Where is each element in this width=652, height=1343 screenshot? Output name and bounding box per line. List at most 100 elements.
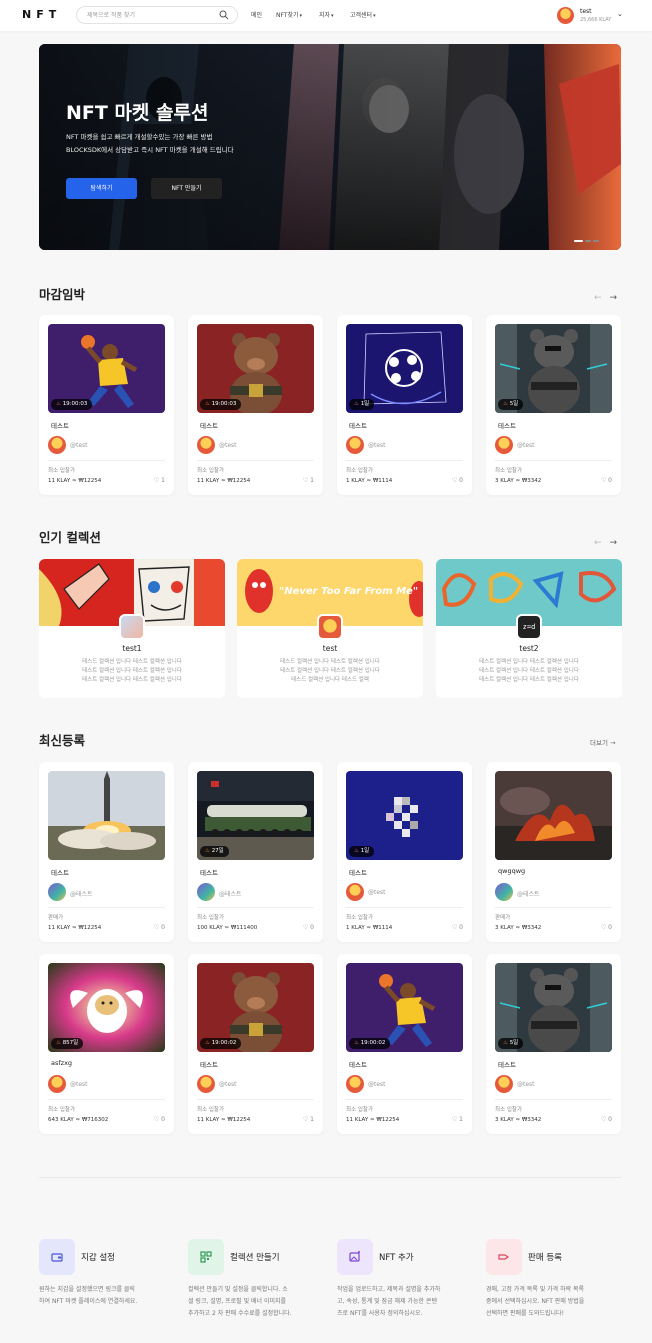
owner-avatar[interactable] [495, 883, 513, 901]
nft-owner[interactable]: @test [368, 889, 386, 896]
nft-thumbnail[interactable] [48, 771, 165, 860]
like-button[interactable]: ♡ 0 [303, 924, 314, 931]
owner-avatar[interactable] [48, 436, 66, 454]
arrow-left-icon[interactable]: ← [594, 293, 602, 303]
nft-thumbnail[interactable]: ♨ 1일 [346, 771, 463, 860]
nft-card[interactable]: ♨ 19:00:03 테스트 @test 최소 입찰가 11 KLAY ≈ ₩12254… [188, 315, 323, 495]
collection-description-line: 테스트 컬렉션 입니다 테스트 컬렉션 입니다 [479, 668, 579, 674]
owner-avatar[interactable] [495, 1075, 513, 1093]
like-button[interactable]: ♡ 0 [154, 924, 165, 931]
search-input[interactable]: 제목으로 작품 찾기 [76, 6, 238, 24]
owner-avatar[interactable] [346, 436, 364, 454]
feature-title: 컬렉션 만들기 [230, 1253, 280, 1263]
create-nft-button[interactable]: NFT 만들기 [151, 178, 222, 199]
nft-card[interactable]: ♨ 5일 테스트 @test 최소 입찰가 3 KLAY ≈ ₩3342 ♡ 0 [486, 954, 621, 1134]
nft-card[interactable]: ♨ 1일 테스트 @test 최소 입찰가 1 KLAY ≈ ₩1114 ♡ 0 [337, 315, 472, 495]
collection-description-line: 테스트 컬렉션 입니다 테스트 컬렉션 입니다 [82, 677, 182, 683]
nft-card[interactable]: qwgqwg @테스트 판매가 3 KLAY ≈ ₩3342 ♡ 0 [486, 762, 621, 942]
nav-main[interactable]: 메인 [251, 10, 262, 19]
chevron-down-icon: ▾ [373, 13, 376, 19]
collection-card[interactable]: test1 테스드 컬렉션 입니다 테스트 컬렉션 입니다 테스트 컬렉션 입니다… [39, 559, 225, 698]
nav-find-nft[interactable]: NFT찾기▾ [276, 10, 302, 19]
like-button[interactable]: ♡ 1 [452, 1116, 463, 1123]
price-label: 최소 입찰가 [346, 468, 374, 474]
owner-avatar[interactable] [197, 1075, 215, 1093]
carousel-dot[interactable] [593, 240, 599, 242]
nft-card[interactable]: ♨ 19:00:02 테스트 @test 최소 입찰가 11 KLAY ≈ ₩12254… [188, 954, 323, 1134]
nft-owner[interactable]: @test [517, 1081, 535, 1088]
like-button[interactable]: ♡ 1 [303, 477, 314, 484]
nft-thumbnail[interactable]: ♨ 857일 [48, 963, 165, 1052]
nft-card[interactable]: ♨ 5일 테스트 @test 최소 입찰가 3 KLAY ≈ ₩3342 ♡ 0 [486, 315, 621, 495]
nft-thumbnail[interactable] [495, 771, 612, 860]
owner-avatar[interactable] [48, 1075, 66, 1093]
collection-avatar [317, 614, 343, 640]
like-button[interactable]: ♡ 0 [601, 924, 612, 931]
search-icon[interactable] [219, 10, 229, 20]
time-badge: ♨ 19:00:03 [200, 399, 242, 410]
nft-owner[interactable]: @test [219, 1081, 237, 1088]
nft-card[interactable]: ♨ 857일 asfzxg @test 최소 입찰가 643 KLAY ≈ ₩71630… [39, 954, 174, 1134]
nft-thumbnail[interactable]: ♨ 5일 [495, 963, 612, 1052]
nft-owner[interactable]: @test [219, 442, 237, 449]
nft-card[interactable]: ♨ 19:00:03 테스트 @test 최소 입찰가 11 KLAY ≈ ₩12254… [39, 315, 174, 495]
price-value: 3 KLAY ≈ ₩3342 [495, 478, 542, 484]
nav-support[interactable]: 고객센터▾ [350, 10, 376, 19]
like-button[interactable]: ♡ 0 [154, 1116, 165, 1123]
collection-card[interactable]: z=d test2 테스트 컬렉션 입니다 테스트 컬렉션 입니다 테스트 컬렉션… [436, 559, 622, 698]
like-count: 1 [310, 477, 314, 484]
owner-avatar[interactable] [346, 883, 364, 901]
price-label: 판매가 [495, 915, 511, 921]
nft-owner[interactable]: @test [368, 1081, 386, 1088]
nft-card[interactable]: ♨ 27일 테스트 @테스트 최소 입찰가 100 KLAY ≈ ₩111400 ♡ 0 [188, 762, 323, 942]
nft-thumbnail[interactable]: ♨ 27일 [197, 771, 314, 860]
see-more-link[interactable]: 더보기 → [590, 737, 615, 747]
card-divider [346, 907, 463, 908]
nft-thumbnail[interactable]: ♨ 19:00:02 [197, 963, 314, 1052]
owner-avatar[interactable] [48, 883, 66, 901]
carousel-dots[interactable] [574, 227, 601, 246]
arrow-right-icon[interactable]: → [610, 538, 618, 548]
fire-icon: ♨ [503, 1040, 508, 1046]
user-avatar[interactable] [557, 7, 574, 24]
feature-description-line: 추가하고 2 차 판매 수수료를 설정합니다. [188, 1310, 292, 1317]
nft-card[interactable]: ♨ 1일 테스트 @test 최소 입찰가 1 KLAY ≈ ₩1114 ♡ 0 [337, 762, 472, 942]
like-count: 0 [310, 924, 314, 931]
nft-thumbnail[interactable]: ♨ 5일 [495, 324, 612, 413]
like-button[interactable]: ♡ 0 [452, 477, 463, 484]
nft-thumbnail[interactable]: ♨ 1일 [346, 324, 463, 413]
arrow-right-icon[interactable]: → [610, 293, 618, 303]
like-button[interactable]: ♡ 1 [154, 477, 165, 484]
nft-owner[interactable]: @test [70, 1081, 88, 1088]
nft-thumbnail[interactable]: ♨ 19:00:03 [197, 324, 314, 413]
nft-card[interactable]: ♨ 19:00:02 테스트 @test 최소 입찰가 11 KLAY ≈ ₩12254… [337, 954, 472, 1134]
nft-owner[interactable]: @test [368, 442, 386, 449]
nft-owner[interactable]: @테스트 [219, 889, 242, 898]
owner-avatar[interactable] [346, 1075, 364, 1093]
carousel-dot[interactable] [585, 240, 591, 242]
like-button[interactable]: ♡ 1 [303, 1116, 314, 1123]
owner-avatar[interactable] [495, 436, 513, 454]
nft-owner[interactable]: @test [517, 442, 535, 449]
nft-owner[interactable]: @테스트 [517, 889, 540, 898]
nft-owner[interactable]: @test [70, 442, 88, 449]
nft-thumbnail[interactable]: ♨ 19:00:02 [346, 963, 463, 1052]
nft-owner[interactable]: @테스트 [70, 889, 93, 898]
explore-button[interactable]: 탐색하기 [66, 178, 137, 199]
nft-card[interactable]: 테스트 @테스트 판매가 11 KLAY ≈ ₩12254 ♡ 0 [39, 762, 174, 942]
price-label: 최소 입찰가 [197, 1107, 225, 1113]
owner-avatar[interactable] [197, 436, 215, 454]
like-button[interactable]: ♡ 0 [601, 1116, 612, 1123]
nft-thumbnail[interactable]: ♨ 19:00:03 [48, 324, 165, 413]
nav-wallet[interactable]: 지자▾ [319, 10, 334, 19]
chevron-down-icon[interactable]: ⌄ [617, 10, 623, 18]
site-logo[interactable]: NFT [22, 8, 61, 21]
carousel-dot[interactable] [574, 240, 583, 242]
owner-avatar[interactable] [197, 883, 215, 901]
collection-card[interactable]: "Never Too Far From Me" test 테스드 컬렉션 입니다… [237, 559, 423, 698]
like-button[interactable]: ♡ 0 [452, 924, 463, 931]
price-label: 최소 입찰가 [346, 915, 374, 921]
collection-icon [188, 1239, 224, 1275]
arrow-left-icon[interactable]: ← [594, 538, 602, 548]
like-button[interactable]: ♡ 0 [601, 477, 612, 484]
